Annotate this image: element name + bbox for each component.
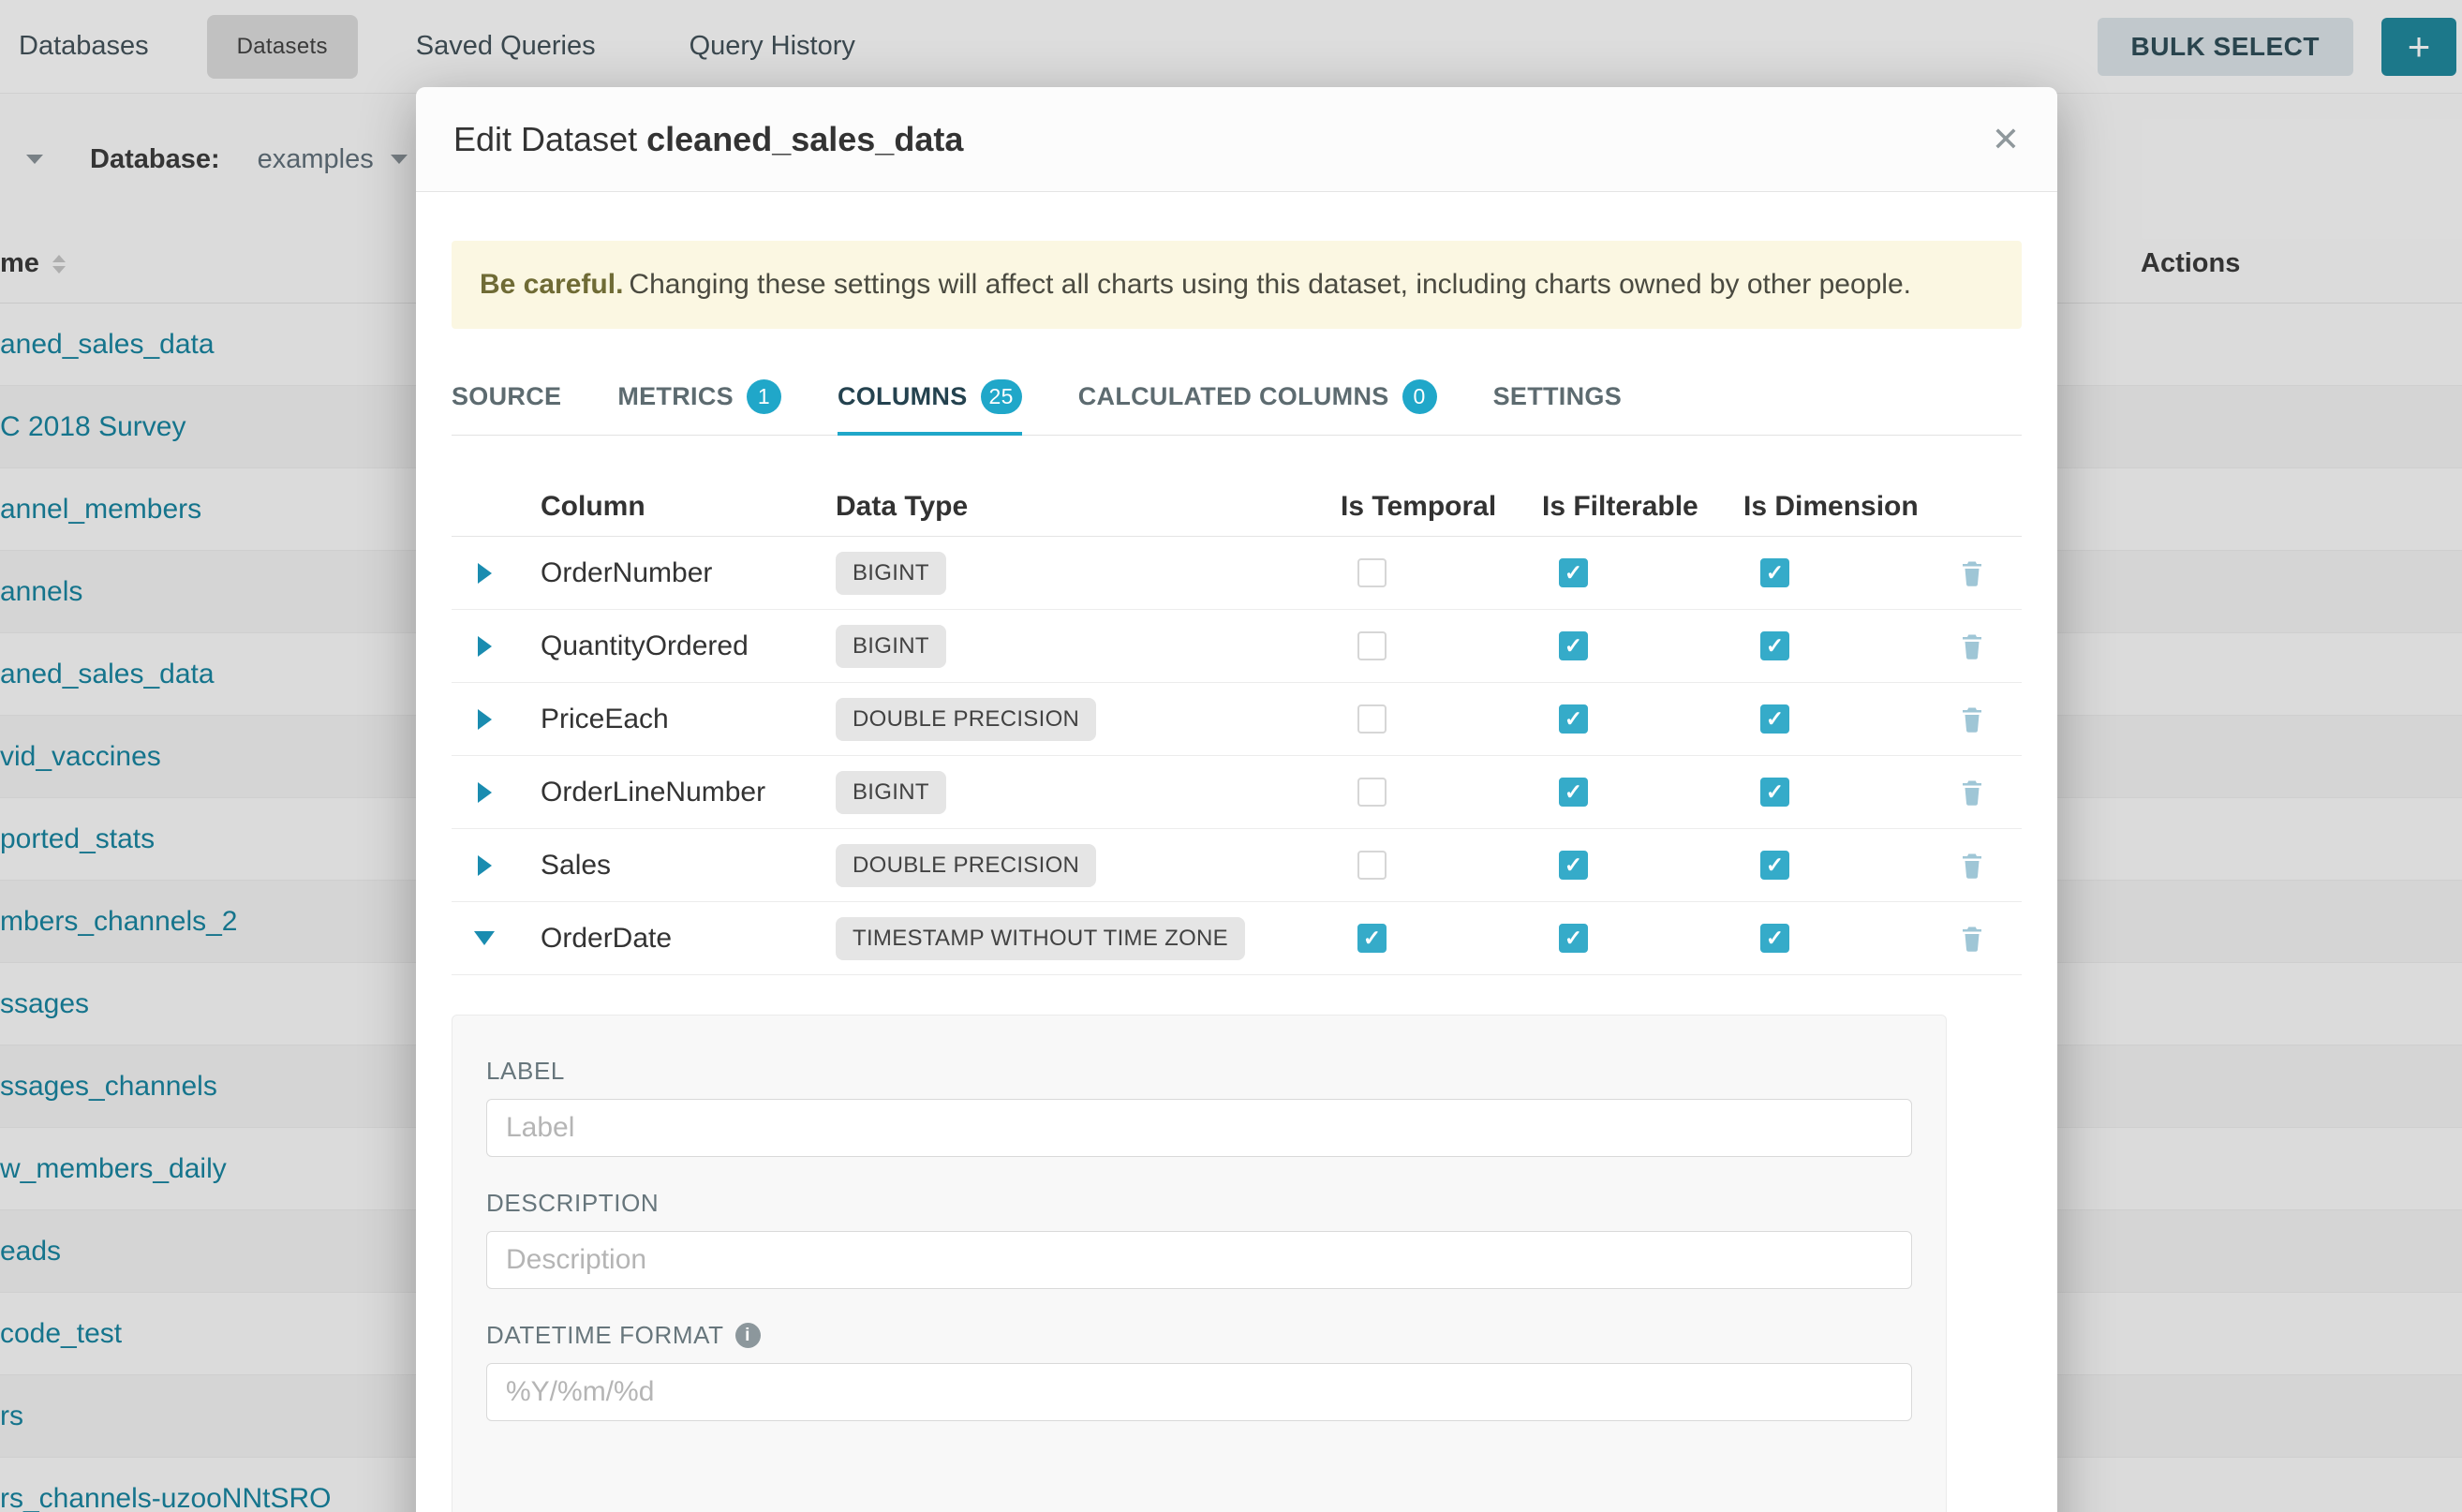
trash-icon[interactable] bbox=[1922, 852, 2022, 880]
is-filterable-checkbox[interactable] bbox=[1559, 631, 1588, 660]
tab-label: CALCULATED COLUMNS bbox=[1078, 382, 1389, 411]
column-header: Column bbox=[517, 491, 812, 523]
data-type-pill: DOUBLE PRECISION bbox=[836, 844, 1096, 887]
info-icon: i bbox=[735, 1323, 761, 1348]
modal-title-dataset-name: cleaned_sales_data bbox=[646, 120, 963, 158]
column-header: Is Filterable bbox=[1520, 491, 1721, 523]
collapse-caret-icon[interactable] bbox=[474, 931, 495, 945]
column-name: QuantityOrdered bbox=[517, 630, 812, 662]
is-dimension-checkbox[interactable] bbox=[1760, 704, 1789, 734]
is-temporal-checkbox[interactable] bbox=[1357, 851, 1387, 880]
is-filterable-checkbox[interactable] bbox=[1559, 924, 1588, 953]
data-type-pill: BIGINT bbox=[836, 771, 946, 814]
expand-caret-icon[interactable] bbox=[478, 636, 492, 657]
tab-count-badge: 1 bbox=[747, 379, 781, 414]
description-field-label: DESCRIPTION bbox=[486, 1189, 1912, 1218]
table-row: OrderLineNumber BIGINT bbox=[452, 756, 2022, 829]
is-filterable-checkbox[interactable] bbox=[1559, 778, 1588, 807]
modal-header: Edit Dataset cleaned_sales_data ✕ bbox=[416, 87, 2057, 192]
label-field-label: LABEL bbox=[486, 1057, 1912, 1086]
column-name: OrderDate bbox=[517, 923, 812, 955]
expand-caret-icon[interactable] bbox=[478, 563, 492, 584]
close-icon[interactable]: ✕ bbox=[1992, 123, 2020, 156]
tab-count-badge: 25 bbox=[981, 379, 1022, 414]
trash-icon[interactable] bbox=[1922, 925, 2022, 953]
is-dimension-checkbox[interactable] bbox=[1760, 778, 1789, 807]
column-header: Data Type bbox=[812, 491, 1318, 523]
table-row: OrderNumber BIGINT bbox=[452, 537, 2022, 610]
modal-body: Be careful.Changing these settings will … bbox=[416, 192, 2057, 1512]
column-header: Is Dimension bbox=[1721, 491, 1922, 523]
datetime-format-field: DATETIME FORMAT i bbox=[486, 1321, 1912, 1421]
expand-caret-icon[interactable] bbox=[478, 855, 492, 876]
trash-icon[interactable] bbox=[1922, 632, 2022, 660]
is-temporal-checkbox[interactable] bbox=[1357, 704, 1387, 734]
expand-caret-icon[interactable] bbox=[478, 782, 492, 803]
tab-settings[interactable]: SETTINGS bbox=[1493, 379, 1622, 435]
datetime-format-field-label: DATETIME FORMAT i bbox=[486, 1321, 1912, 1350]
edit-dataset-modal: Edit Dataset cleaned_sales_data ✕ Be car… bbox=[416, 87, 2057, 1512]
tab-columns[interactable]: COLUMNS 25 bbox=[838, 379, 1022, 436]
is-filterable-checkbox[interactable] bbox=[1559, 704, 1588, 734]
modal-tabs: SOURCE METRICS 1 COLUMNS 25 CALCULATED C… bbox=[452, 379, 2022, 436]
table-row: QuantityOrdered BIGINT bbox=[452, 610, 2022, 683]
data-type-pill: BIGINT bbox=[836, 552, 946, 595]
is-temporal-checkbox[interactable] bbox=[1357, 778, 1387, 807]
data-type-pill: DOUBLE PRECISION bbox=[836, 698, 1096, 741]
is-dimension-checkbox[interactable] bbox=[1760, 851, 1789, 880]
tab-label: SOURCE bbox=[452, 382, 561, 411]
description-input[interactable] bbox=[486, 1231, 1912, 1289]
is-dimension-checkbox[interactable] bbox=[1760, 924, 1789, 953]
data-type-pill: TIMESTAMP WITHOUT TIME ZONE bbox=[836, 917, 1245, 960]
table-row: Sales DOUBLE PRECISION bbox=[452, 829, 2022, 902]
warning-banner-bold: Be careful. bbox=[480, 269, 623, 300]
tab-label: METRICS bbox=[617, 382, 734, 411]
column-name: Sales bbox=[517, 850, 812, 882]
is-temporal-checkbox[interactable] bbox=[1357, 924, 1387, 953]
is-dimension-checkbox[interactable] bbox=[1760, 631, 1789, 660]
modal-title: Edit Dataset cleaned_sales_data bbox=[453, 120, 963, 159]
description-field: DESCRIPTION bbox=[486, 1189, 1912, 1289]
is-temporal-checkbox[interactable] bbox=[1357, 631, 1387, 660]
tab-label: SETTINGS bbox=[1493, 382, 1622, 411]
is-filterable-checkbox[interactable] bbox=[1559, 851, 1588, 880]
tab-calculated-columns[interactable]: CALCULATED COLUMNS 0 bbox=[1078, 379, 1437, 435]
table-row: OrderDate TIMESTAMP WITHOUT TIME ZONE bbox=[452, 902, 2022, 975]
columns-table-header: Column Data Type Is Temporal Is Filterab… bbox=[452, 477, 2022, 537]
is-filterable-checkbox[interactable] bbox=[1559, 558, 1588, 587]
column-name: OrderLineNumber bbox=[517, 777, 812, 808]
trash-icon[interactable] bbox=[1922, 559, 2022, 587]
tab-count-badge: 0 bbox=[1402, 379, 1437, 414]
label-field: LABEL bbox=[486, 1057, 1912, 1157]
expand-caret-icon[interactable] bbox=[478, 709, 492, 730]
column-name: OrderNumber bbox=[517, 557, 812, 589]
warning-banner-text: Changing these settings will affect all … bbox=[629, 269, 1911, 300]
data-type-pill: BIGINT bbox=[836, 625, 946, 668]
datetime-format-label-text: DATETIME FORMAT bbox=[486, 1321, 724, 1350]
trash-icon[interactable] bbox=[1922, 778, 2022, 807]
trash-icon[interactable] bbox=[1922, 705, 2022, 734]
column-detail-panel: LABEL DESCRIPTION DATETIME FORMAT i bbox=[452, 1015, 1947, 1512]
column-name: PriceEach bbox=[517, 704, 812, 735]
warning-banner: Be careful.Changing these settings will … bbox=[452, 241, 2022, 329]
table-row: PriceEach DOUBLE PRECISION bbox=[452, 683, 2022, 756]
tab-source[interactable]: SOURCE bbox=[452, 379, 561, 435]
modal-title-prefix: Edit Dataset bbox=[453, 120, 637, 158]
column-header: Is Temporal bbox=[1318, 491, 1520, 523]
label-input[interactable] bbox=[486, 1099, 1912, 1157]
is-temporal-checkbox[interactable] bbox=[1357, 558, 1387, 587]
datetime-format-input[interactable] bbox=[486, 1363, 1912, 1421]
tab-label: COLUMNS bbox=[838, 382, 968, 411]
tab-metrics[interactable]: METRICS 1 bbox=[617, 379, 781, 435]
is-dimension-checkbox[interactable] bbox=[1760, 558, 1789, 587]
columns-table: Column Data Type Is Temporal Is Filterab… bbox=[452, 477, 2022, 975]
